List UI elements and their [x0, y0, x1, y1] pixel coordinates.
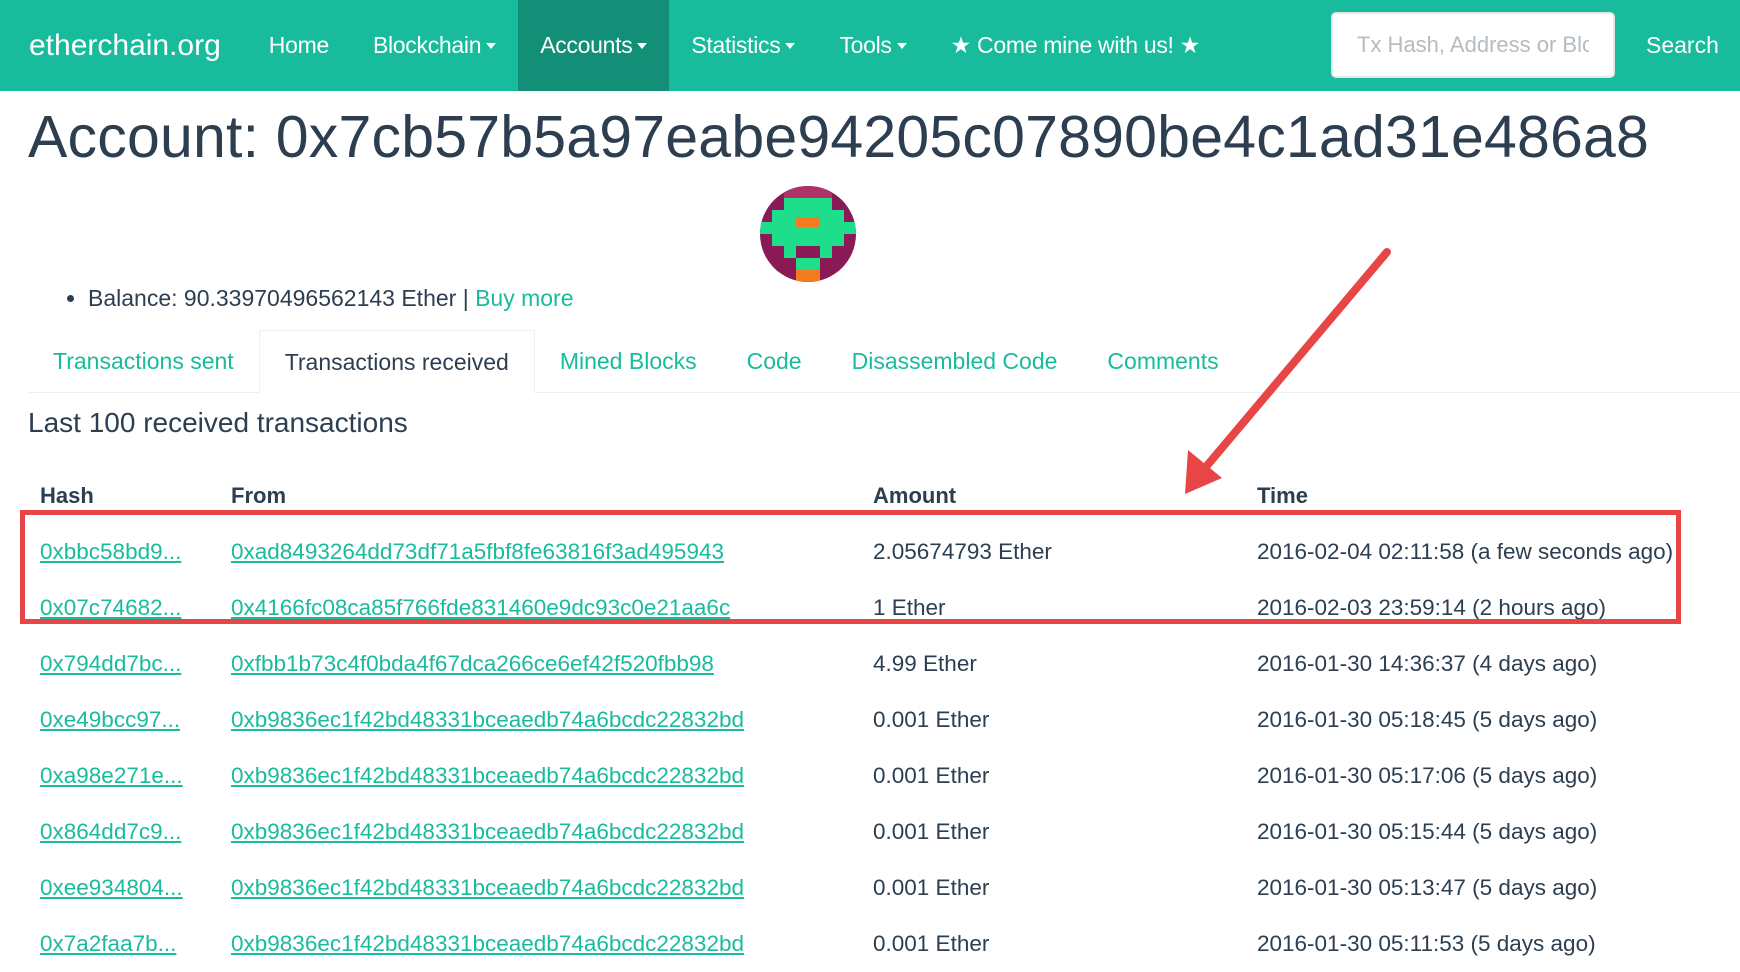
tx-hash: 0x864dd7c9... [40, 804, 181, 860]
tx-hash: 0x07c74682... [40, 580, 181, 636]
table-row: 0xe49bcc97... 0xb9836ec1f42bd48331bceaedb… [29, 692, 1689, 748]
transactions-table: Hash From Amount Time 0xbbc58bd9... 0xad8… [29, 468, 1689, 972]
tx-from-link[interactable]: 0xb9836ec1f42bd48331bceaedb74a6bcdc22832… [231, 763, 744, 788]
tx-from-link[interactable]: 0xfbb1b73c4f0bda4f67dca266ce6ef42f520fbb… [231, 651, 714, 676]
tx-time: 2016-01-30 05:13:47 (5 days ago) [1257, 875, 1598, 900]
tab-4[interactable]: Disassembled Code [827, 330, 1083, 392]
tab-2[interactable]: Mined Blocks [535, 330, 722, 392]
table-row: 0x07c74682... 0x4166fc08ca85f766fde831460… [29, 580, 1689, 636]
tx-time: 2016-02-04 02:11:58 (a few seconds ago) [1257, 539, 1674, 564]
nav-item-3[interactable]: Statistics [669, 0, 817, 91]
tx-hash: 0x794dd7bc... [40, 636, 181, 692]
nav-item-label: Statistics [691, 32, 781, 58]
tx-hash-link[interactable]: 0xa98e271e... [40, 763, 183, 788]
tx-from-link[interactable]: 0xb9836ec1f42bd48331bceaedb74a6bcdc22832… [231, 707, 744, 732]
tx-hash-link[interactable]: 0xbbc58bd9... [40, 539, 181, 564]
tx-from: 0xad8493264dd73df71a5fbf8fe63816f3ad4959… [231, 524, 724, 580]
nav-item-label: Home [268, 32, 329, 58]
tx-hash-link[interactable]: 0x7a2faa7b... [40, 931, 176, 956]
tx-from-link[interactable]: 0xb9836ec1f42bd48331bceaedb74a6bcdc22832… [231, 931, 744, 956]
header-amount: Amount [873, 483, 957, 508]
tab-5[interactable]: Comments [1082, 330, 1243, 392]
search-input[interactable] [1331, 12, 1615, 78]
tx-amount: 0.001 Ether [873, 819, 990, 844]
table-body: 0xbbc58bd9... 0xad8493264dd73df71a5fbf8fe… [29, 524, 1689, 972]
tx-hash: 0xa98e271e... [40, 748, 183, 804]
tx-from-link[interactable]: 0xad8493264dd73df71a5fbf8fe63816f3ad4959… [231, 539, 724, 564]
search-button[interactable]: Search [1624, 22, 1740, 68]
page-title: Account: 0x7cb57b5a97eabe94205c07890be4c… [28, 104, 1650, 170]
tx-hash-link[interactable]: 0xe49bcc97... [40, 707, 180, 732]
table-row: 0xa98e271e... 0xb9836ec1f42bd48331bceaedb… [29, 748, 1689, 804]
navbar: etherchain.org Home Blockchain Accounts Sta… [0, 0, 1740, 91]
tx-from: 0xb9836ec1f42bd48331bceaedb74a6bcdc22832… [231, 748, 744, 804]
tx-from: 0xfbb1b73c4f0bda4f67dca266ce6ef42f520fbb… [231, 636, 714, 692]
caret-down-icon [785, 42, 796, 49]
caret-down-icon [637, 42, 648, 49]
tx-hash-link[interactable]: 0x864dd7c9... [40, 819, 181, 844]
tx-from: 0xb9836ec1f42bd48331bceaedb74a6bcdc22832… [231, 692, 744, 748]
nav-item-label: Blockchain [372, 32, 482, 58]
nav-item-0[interactable]: Home [247, 0, 351, 91]
tx-from: 0xb9836ec1f42bd48331bceaedb74a6bcdc22832… [231, 916, 744, 972]
tx-time: 2016-01-30 05:18:45 (5 days ago) [1257, 707, 1598, 732]
tx-from: 0x4166fc08ca85f766fde831460e9dc93c0e21aa… [231, 580, 730, 636]
nav-item-5[interactable]: ★ Come mine with us! ★ [929, 0, 1222, 91]
nav-item-label: ★ Come mine with us! ★ [950, 32, 1201, 58]
tx-time: 2016-01-30 14:36:37 (4 days ago) [1257, 651, 1598, 676]
brand-link[interactable]: etherchain.org [29, 29, 221, 63]
tx-hash-link[interactable]: 0xee934804... [40, 875, 183, 900]
tx-amount: 0.001 Ether [873, 707, 990, 732]
table-header: Hash From Amount Time [29, 468, 1689, 524]
tx-hash: 0x7a2faa7b... [40, 916, 176, 972]
tx-time: 2016-02-03 23:59:14 (2 hours ago) [1257, 595, 1607, 620]
table-row: 0x864dd7c9... 0xb9836ec1f42bd48331bceaedb… [29, 804, 1689, 860]
tx-from-link[interactable]: 0xb9836ec1f42bd48331bceaedb74a6bcdc22832… [231, 819, 744, 844]
buy-more-link[interactable]: Buy more [475, 285, 573, 311]
tx-hash-link[interactable]: 0x07c74682... [40, 595, 181, 620]
table-row: 0x7a2faa7b... 0xb9836ec1f42bd48331bceaedb… [29, 916, 1689, 972]
tab-3[interactable]: Code [722, 330, 827, 392]
section-heading: Last 100 received transactions [28, 407, 408, 438]
tx-amount: 0.001 Ether [873, 763, 990, 788]
tx-amount: 0.001 Ether [873, 931, 990, 956]
nav-item-2[interactable]: Accounts [518, 0, 670, 91]
table-row: 0xbbc58bd9... 0xad8493264dd73df71a5fbf8fe… [29, 524, 1689, 580]
tx-amount: 0.001 Ether [873, 875, 990, 900]
tab-0[interactable]: Transactions sent [28, 330, 259, 392]
balance-text: Balance: 90.33970496562143 Ether | [88, 285, 476, 311]
tx-time: 2016-01-30 05:15:44 (5 days ago) [1257, 819, 1598, 844]
table-row: 0x794dd7bc... 0xfbb1b73c4f0bda4f67dca266c… [29, 636, 1689, 692]
tx-from: 0xb9836ec1f42bd48331bceaedb74a6bcdc22832… [231, 804, 744, 860]
header-hash: Hash [40, 483, 94, 508]
nav-item-4[interactable]: Tools [817, 0, 928, 91]
balance-item: Balance: 90.33970496562143 Ether | Buy m… [88, 282, 574, 314]
tx-from-link[interactable]: 0x4166fc08ca85f766fde831460e9dc93c0e21aa… [231, 595, 730, 620]
account-tabs: Transactions sent Transactions received Mi… [28, 330, 1740, 393]
tx-time: 2016-01-30 05:11:53 (5 days ago) [1257, 931, 1596, 956]
tab-1[interactable]: Transactions received [258, 330, 535, 393]
caret-down-icon [486, 42, 497, 49]
caret-down-icon [896, 42, 907, 49]
tx-hash: 0xe49bcc97... [40, 692, 180, 748]
nav-menu: Home Blockchain Accounts Statistics Tools ★ C… [247, 0, 1222, 91]
tx-from: 0xb9836ec1f42bd48331bceaedb74a6bcdc22832… [231, 860, 744, 916]
header-time: Time [1257, 483, 1308, 508]
table-row: 0xee934804... 0xb9836ec1f42bd48331bceaedb… [29, 860, 1689, 916]
account-info-list: Balance: 90.33970496562143 Ether | Buy m… [0, 282, 574, 314]
tx-amount: 1 Ether [873, 595, 946, 620]
header-from: From [231, 483, 286, 508]
tx-amount: 2.05674793 Ether [873, 539, 1052, 564]
nav-item-label: Accounts [540, 32, 633, 58]
tx-hash: 0xbbc58bd9... [40, 524, 181, 580]
tx-hash: 0xee934804... [40, 860, 183, 916]
identicon-avatar [760, 186, 856, 282]
tx-from-link[interactable]: 0xb9836ec1f42bd48331bceaedb74a6bcdc22832… [231, 875, 744, 900]
nav-item-label: Tools [839, 32, 892, 58]
tx-time: 2016-01-30 05:17:06 (5 days ago) [1257, 763, 1598, 788]
nav-item-1[interactable]: Blockchain [351, 0, 518, 91]
tx-amount: 4.99 Ether [873, 651, 977, 676]
tx-hash-link[interactable]: 0x794dd7bc... [40, 651, 181, 676]
